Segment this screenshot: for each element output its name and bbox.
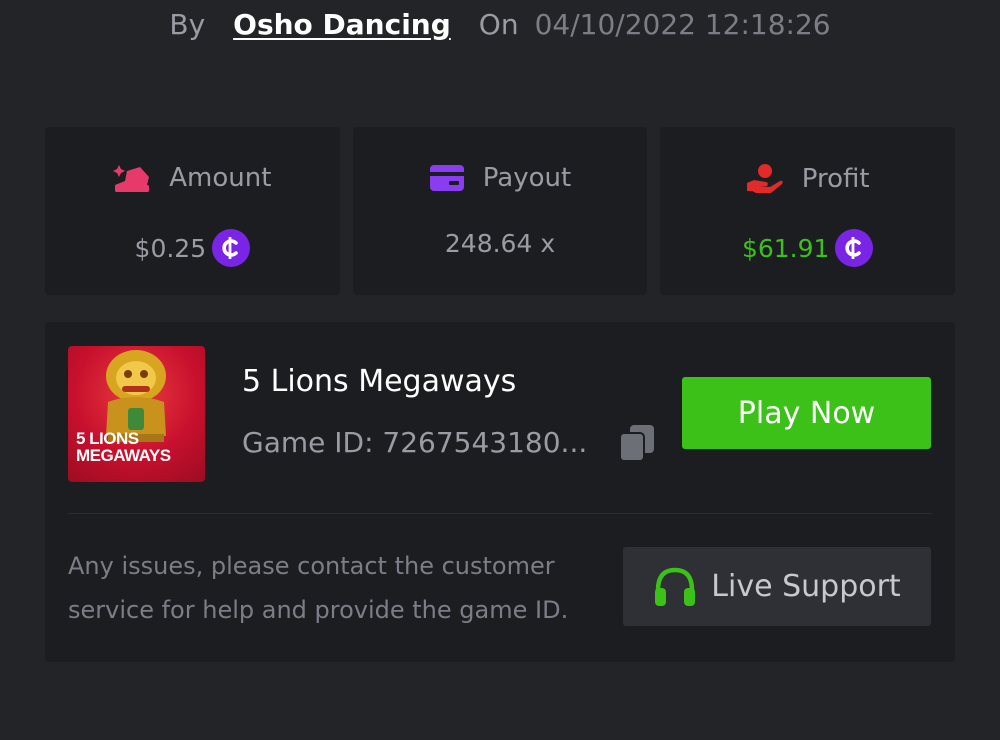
play-now-button[interactable]: Play Now <box>682 377 931 449</box>
thumbnail-title: 5 LIONS MEGAWAYS <box>76 430 201 464</box>
game-card: 5 LIONS MEGAWAYS 5 Lions Megaways Game I… <box>45 322 955 662</box>
amount-header: Amount <box>45 163 340 193</box>
amount-value-row: $0.25 <box>45 229 340 267</box>
amount-value: $0.25 <box>134 233 207 263</box>
divider <box>68 513 932 514</box>
profit-header: Profit <box>660 163 955 195</box>
game-thumbnail[interactable]: 5 LIONS MEGAWAYS <box>68 346 205 482</box>
copy-icon[interactable] <box>619 424 655 462</box>
game-name[interactable]: 5 Lions Megaways <box>242 364 516 399</box>
bet-author-line: By Osho Dancing On 04/10/2022 12:18:26 <box>0 0 1000 48</box>
thumbnail-line-2: MEGAWAYS <box>76 446 171 465</box>
payout-card: Payout 248.64 x <box>352 127 648 295</box>
on-label: On <box>478 7 519 41</box>
coin-icon <box>212 229 251 267</box>
profit-label: Profit <box>801 164 870 194</box>
coin-icon <box>835 229 874 267</box>
payout-value: 248.64 x <box>444 229 556 258</box>
profit-value-row: $61.91 <box>660 229 955 267</box>
profit-value: $61.91 <box>741 233 830 263</box>
support-help-text: Any issues, please contact the customer … <box>68 552 569 624</box>
headset-icon <box>655 567 696 606</box>
payout-header: Payout <box>353 163 648 193</box>
profit-card: Profit $61.91 <box>660 127 956 295</box>
card-icon <box>429 165 464 191</box>
live-support-button[interactable]: Live Support <box>623 547 931 626</box>
game-id: Game ID: 7267543180... <box>242 426 588 459</box>
amount-label: Amount <box>169 163 272 193</box>
bet-stats: Amount $0.25 Payout 248.64 x Profit $61.… <box>45 127 956 295</box>
bet-timestamp: 04/10/2022 12:18:26 <box>534 7 831 41</box>
amount-card: Amount $0.25 <box>45 127 340 295</box>
by-label: By <box>169 7 206 41</box>
username-link[interactable]: Osho Dancing <box>233 8 451 41</box>
payout-value-row: 248.64 x <box>353 229 648 258</box>
live-support-label: Live Support <box>711 569 901 604</box>
payout-label: Payout <box>482 163 572 193</box>
hand-coin-icon <box>746 164 783 193</box>
bet-amount-icon <box>113 165 150 192</box>
thumbnail-line-1: 5 LIONS <box>76 429 139 448</box>
